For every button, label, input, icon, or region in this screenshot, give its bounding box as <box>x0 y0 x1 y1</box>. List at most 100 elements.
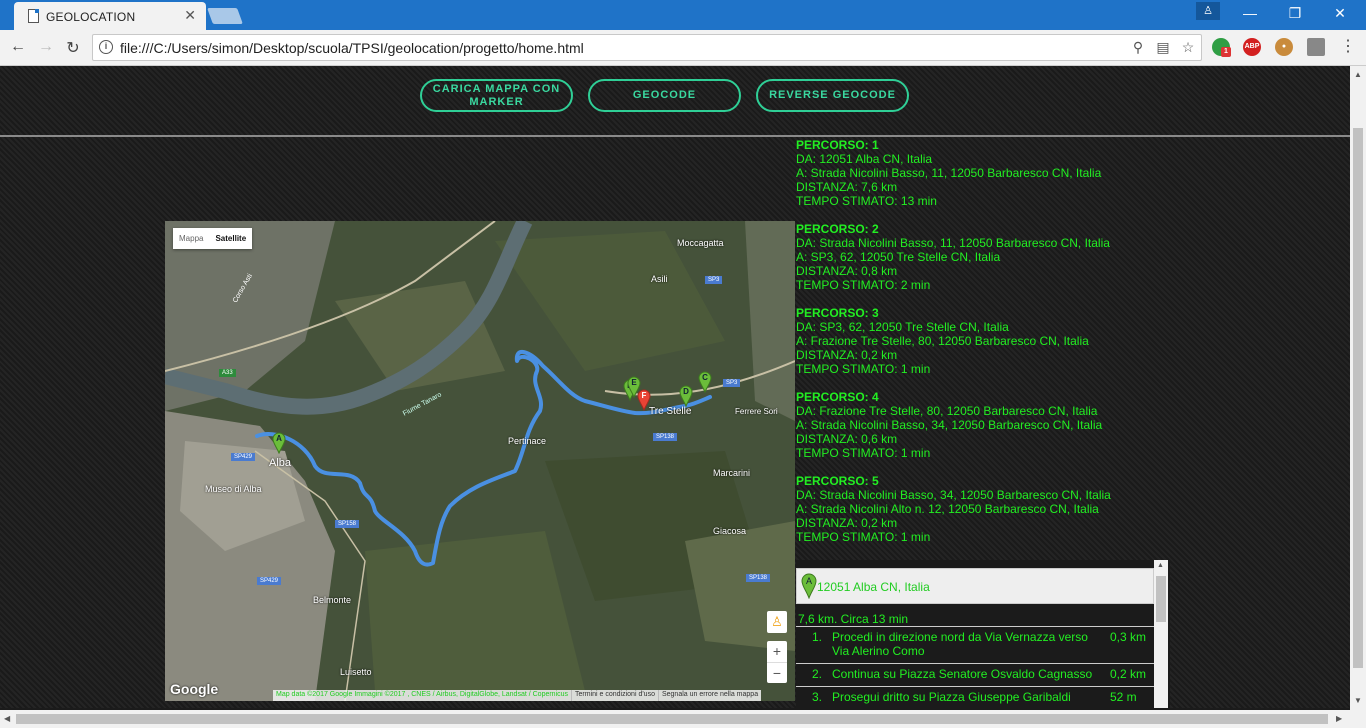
scroll-up-icon[interactable]: ▲ <box>1157 562 1164 569</box>
map-type-control[interactable]: Mappa Satellite <box>173 228 253 249</box>
reload-icon[interactable]: ↻ <box>63 38 83 58</box>
profile-icon[interactable]: ♙ <box>1196 2 1220 20</box>
reverse-geocode-button[interactable]: REVERSE GEOCODE <box>756 79 909 112</box>
minimize-icon[interactable]: — <box>1240 5 1260 21</box>
step-distance: 0,2 km <box>1110 667 1147 681</box>
route-item: PERCORSO: 5 DA: Strada Nicolini Basso, 3… <box>796 474 1336 544</box>
route-title: PERCORSO: 2 <box>796 222 879 236</box>
route-title: PERCORSO: 3 <box>796 306 879 320</box>
step-text: Prosegui dritto su Piazza Giuseppe Garib… <box>832 690 1071 704</box>
tab-title: GEOLOCATION <box>46 10 136 24</box>
back-icon[interactable]: ← <box>8 38 28 56</box>
step-text: Procedi in direzione nord da Via Vernazz… <box>832 630 1088 658</box>
route-to: A: Frazione Tre Stelle, 80, 12050 Barbar… <box>796 334 1089 348</box>
route-to: A: Strada Nicolini Basso, 11, 12050 Barb… <box>796 166 1102 180</box>
road-shield: SP158 <box>335 520 360 528</box>
map-type-satellite[interactable]: Satellite <box>209 228 252 249</box>
scrollbar-thumb[interactable] <box>1156 576 1166 622</box>
marker-d[interactable]: D <box>679 385 693 407</box>
page-vertical-scrollbar[interactable]: ▲ ▼ <box>1350 66 1366 710</box>
map-label: Pertinace <box>508 436 547 446</box>
satellite-map[interactable]: Mappa Satellite Moccagatta Asili Alba Mu… <box>165 221 795 701</box>
route-item: PERCORSO: 3 DA: SP3, 62, 12050 Tre Stell… <box>796 306 1336 376</box>
map-label: Ferrere Sori <box>735 407 778 416</box>
page-horizontal-scrollbar[interactable]: ◀ ▶ <box>0 710 1366 728</box>
road-shield: SP138 <box>653 433 678 441</box>
map-label: Marcarini <box>713 468 751 478</box>
url-text[interactable]: file:///C:/Users/simon/Desktop/scuola/TP… <box>120 40 584 56</box>
tab-close-icon[interactable]: ✕ <box>184 7 196 24</box>
marker-c[interactable]: C <box>698 371 712 393</box>
scroll-up-icon[interactable]: ▲ <box>1354 70 1362 79</box>
map-imagery <box>165 221 795 701</box>
route-item: PERCORSO: 4 DA: Frazione Tre Stelle, 80,… <box>796 390 1336 460</box>
zoom-search-icon[interactable]: ⚲ <box>1129 39 1147 56</box>
zoom-out-button[interactable]: − <box>767 662 787 683</box>
street-view-pegman-icon[interactable]: ♙ <box>767 611 787 633</box>
marker-f[interactable]: F <box>637 389 651 411</box>
step-number: 3. <box>811 690 822 704</box>
tab-bar: GEOLOCATION ✕ ♙ — ❐ ✕ <box>0 0 1366 30</box>
new-tab-button[interactable] <box>207 8 243 24</box>
geocode-button[interactable]: GEOCODE <box>588 79 741 112</box>
map-type-map[interactable]: Mappa <box>173 228 209 249</box>
extension-puzzle-icon[interactable] <box>1307 38 1325 56</box>
scroll-down-icon[interactable]: ▼ <box>1354 696 1362 705</box>
load-map-button[interactable]: CARICA MAPPA CON MARKER <box>420 79 573 112</box>
zoom-in-button[interactable]: + <box>767 641 787 662</box>
zoom-control[interactable]: + − <box>767 641 787 683</box>
close-window-icon[interactable]: ✕ <box>1330 5 1350 22</box>
step-number: 2. <box>811 667 822 681</box>
header-divider <box>0 135 1350 137</box>
route-distance: DISTANZA: 0,6 km <box>796 432 898 446</box>
map-label: Luisetto <box>340 667 372 677</box>
route-distance: DISTANZA: 7,6 km <box>796 180 898 194</box>
map-label: Giacosa <box>713 526 747 536</box>
route-to: A: SP3, 62, 12050 Tre Stelle CN, Italia <box>796 250 1001 264</box>
translate-icon[interactable]: ▤ <box>1154 39 1172 56</box>
direction-step[interactable]: 1. Procedi in direzione nord da Via Vern… <box>796 626 1154 663</box>
directions-scrollbar[interactable]: ▲ <box>1154 560 1168 708</box>
directions-panel: A 12051 Alba CN, Italia 7,6 km. Circa 13… <box>796 560 1170 708</box>
info-icon[interactable]: i <box>99 40 113 54</box>
terms-link[interactable]: Termini e condizioni d'uso <box>571 690 658 701</box>
map-label: Asili <box>651 274 668 284</box>
bookmark-star-icon[interactable]: ☆ <box>1179 39 1197 56</box>
route-distance: DISTANZA: 0,2 km <box>796 348 898 362</box>
scroll-right-icon[interactable]: ▶ <box>1336 714 1342 723</box>
route-time: TEMPO STIMATO: 1 min <box>796 362 931 376</box>
cookie-icon[interactable]: ● <box>1275 38 1293 56</box>
menu-icon[interactable]: ⋮ <box>1338 36 1358 56</box>
browser-tab[interactable]: GEOLOCATION ✕ <box>14 2 206 30</box>
direction-step[interactable]: 3. Prosegui dritto su Piazza Giuseppe Ga… <box>796 686 1154 708</box>
route-time: TEMPO STIMATO: 13 min <box>796 194 937 208</box>
adblock-icon[interactable]: ABP <box>1243 38 1261 56</box>
report-error-link[interactable]: Segnala un errore nella mappa <box>657 690 761 701</box>
extension-badge: 1 <box>1221 47 1231 57</box>
marker-a[interactable]: A <box>272 432 286 454</box>
direction-step[interactable]: 2. Continua su Piazza Senatore Osvaldo C… <box>796 663 1154 686</box>
map-label: Tre Stelle <box>649 406 692 417</box>
scroll-left-icon[interactable]: ◀ <box>4 714 10 723</box>
restore-icon[interactable]: ❐ <box>1285 5 1305 22</box>
route-from: DA: Frazione Tre Stelle, 80, 12050 Barba… <box>796 404 1098 418</box>
map-label: Alba <box>269 457 292 469</box>
route-time: TEMPO STIMATO: 2 min <box>796 278 931 292</box>
routes-list: PERCORSO: 1 DA: 12051 Alba CN, Italia A:… <box>796 138 1336 558</box>
address-bar[interactable]: i file:///C:/Users/simon/Desktop/scuola/… <box>92 34 1202 61</box>
route-to: A: Strada Nicolini Alto n. 12, 12050 Bar… <box>796 502 1099 516</box>
route-time: TEMPO STIMATO: 1 min <box>796 530 931 544</box>
forward-icon[interactable]: → <box>36 38 56 56</box>
directions-steps: 1. Procedi in direzione nord da Via Vern… <box>796 626 1154 708</box>
map-label: Moccagatta <box>677 238 724 248</box>
directions-start: A 12051 Alba CN, Italia <box>796 568 1154 604</box>
route-time: TEMPO STIMATO: 1 min <box>796 446 931 460</box>
route-title: PERCORSO: 4 <box>796 390 879 404</box>
document-icon <box>28 9 39 23</box>
scrollbar-thumb[interactable] <box>16 714 1328 724</box>
scrollbar-thumb[interactable] <box>1353 128 1363 668</box>
extension-icon[interactable]: 1 <box>1212 38 1231 57</box>
browser-toolbar: ← → ↻ i file:///C:/Users/simon/Desktop/s… <box>0 30 1366 66</box>
road-shield: SP429 <box>231 453 256 461</box>
map-attribution: Map data ©2017 Google Immagini ©2017 , C… <box>273 690 762 701</box>
